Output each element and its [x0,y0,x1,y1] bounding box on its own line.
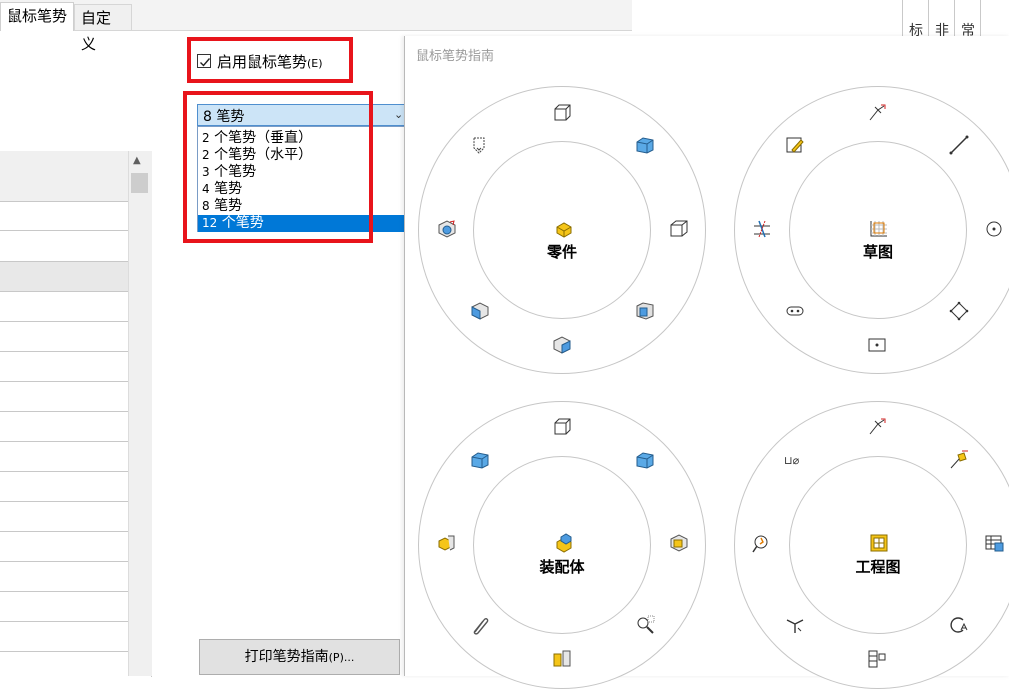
assembly-icon [556,533,572,553]
rectangle-icon[interactable] [866,334,888,356]
top-view-icon[interactable] [634,449,656,471]
polygon-icon[interactable] [948,300,970,322]
zoom-to-fit-icon[interactable] [436,218,458,240]
dimetric-view-icon[interactable] [469,300,491,322]
gesture-name: 零件 [546,243,577,261]
front-view-icon[interactable] [551,102,573,124]
print-button-shortcut: (P)... [328,651,355,664]
list-item[interactable] [0,592,128,622]
list-item[interactable] [0,322,128,352]
part-icon [556,222,572,238]
tab-bar: 鼠标笔势 自定义 [0,0,632,53]
drawing-icon [870,534,888,552]
list-header [0,151,128,202]
rotate-component-icon[interactable] [436,532,458,554]
smart-dimension-icon[interactable] [866,416,888,438]
highlight-box-checkbox [187,37,353,83]
list-item[interactable] [0,262,128,292]
edit-sketch-icon[interactable] [784,134,806,156]
tab-mouse-gestures[interactable]: 鼠标笔势 [0,2,74,31]
front-view-icon[interactable] [551,416,573,438]
gesture-name: 草图 [862,243,893,261]
list-item[interactable] [0,292,128,322]
list-item[interactable] [0,622,128,652]
detail-view-icon[interactable] [784,614,806,636]
trim-icon[interactable] [751,218,773,240]
list-item[interactable] [0,472,128,502]
diameter-dimension-icon[interactable]: ⊔⌀ [784,454,799,467]
move-component-icon[interactable] [634,614,656,636]
right-view-icon[interactable] [469,449,491,471]
line-icon[interactable] [948,134,970,156]
list-item[interactable] [0,442,128,472]
isometric-view-icon[interactable] [634,300,656,322]
chevron-down-icon[interactable]: ⌄ [394,108,403,121]
guide-title: 鼠标笔势指南 [416,49,495,64]
list-item[interactable] [0,532,128,562]
mate-icon[interactable] [469,614,491,636]
slot-icon[interactable] [784,300,806,322]
gesture-name: 装配体 [539,558,585,576]
sketch-icon [870,221,887,237]
list-item[interactable] [0,562,128,592]
top-view-icon[interactable] [634,134,656,156]
print-button-label: 打印笔势指南 [244,649,329,665]
section-view-icon[interactable] [469,134,491,156]
circle-icon[interactable] [983,218,1005,240]
exploded-view-icon[interactable] [551,648,573,670]
list-scrollbar[interactable] [128,151,152,676]
insert-component-icon[interactable] [668,532,690,554]
list-item[interactable] [0,382,128,412]
list-item[interactable] [0,412,128,442]
gesture-name: 工程图 [855,558,901,576]
center-mark-icon[interactable] [948,614,970,636]
right-view-icon[interactable] [668,218,690,240]
background-table-header: 标 非 常 [632,0,1009,39]
model-items-icon[interactable] [948,449,970,471]
scrollbar-thumb[interactable] [131,173,148,193]
tab-customize[interactable]: 自定义 [74,4,132,53]
list-item[interactable] [0,352,128,382]
bottom-view-icon[interactable] [551,334,573,356]
chevron-up-icon[interactable]: ▲ [133,155,141,166]
highlight-box-dropdown [183,91,373,243]
table-icon[interactable] [983,532,1005,554]
list-item[interactable] [0,201,128,231]
section-view-icon[interactable] [866,648,888,670]
list-item[interactable] [0,502,128,532]
smart-dimension-icon[interactable] [866,102,888,124]
list-item[interactable] [0,232,128,262]
print-gesture-guide-button[interactable]: 打印笔势指南(P)... [199,639,400,675]
note-icon[interactable] [751,532,773,554]
